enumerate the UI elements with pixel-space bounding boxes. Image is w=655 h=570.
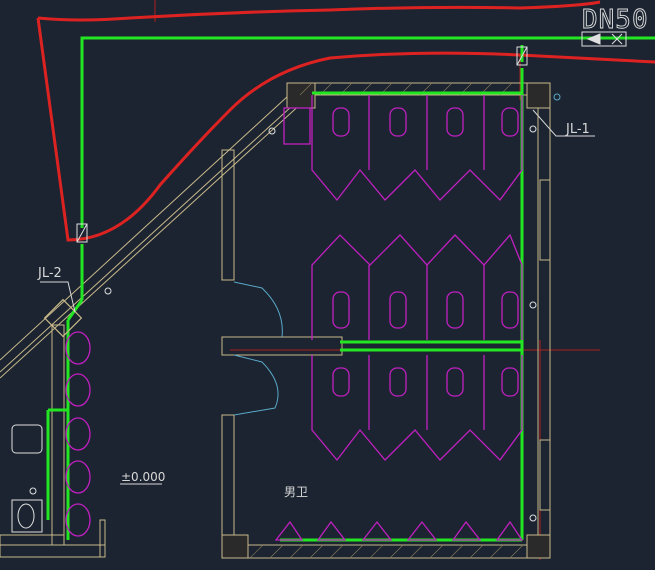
- room-name-label: 男卫: [284, 485, 308, 499]
- riser-2-label: JL-2: [37, 266, 62, 281]
- riser-2-marker: [43, 298, 83, 338]
- stall-row-2: [311, 233, 523, 340]
- riser-1-label: JL-1: [565, 122, 590, 137]
- doors: [233, 281, 283, 416]
- squat-toilet-icon: [11, 125, 537, 533]
- floor-drain-icon: [553, 93, 561, 101]
- elevation-label: ±0.000: [121, 470, 165, 484]
- sink-icon: [274, 520, 524, 541]
- cad-drawing-canvas[interactable]: DN50 JL-1 JL-2 ±0.000 男卫: [0, 0, 655, 570]
- floor-plan: DN50 JL-1 JL-2 ±0.000 男卫: [0, 0, 655, 560]
- stall-row-3: [311, 355, 523, 462]
- pipe-size-label: DN50: [582, 5, 649, 35]
- urinal-icon: [65, 331, 91, 537]
- diagonal-wall: [0, 84, 304, 379]
- stall-row-1: [283, 95, 523, 202]
- valve-icon: [76, 31, 627, 243]
- leader-lines: [40, 109, 595, 485]
- water-pipes: [46, 36, 655, 542]
